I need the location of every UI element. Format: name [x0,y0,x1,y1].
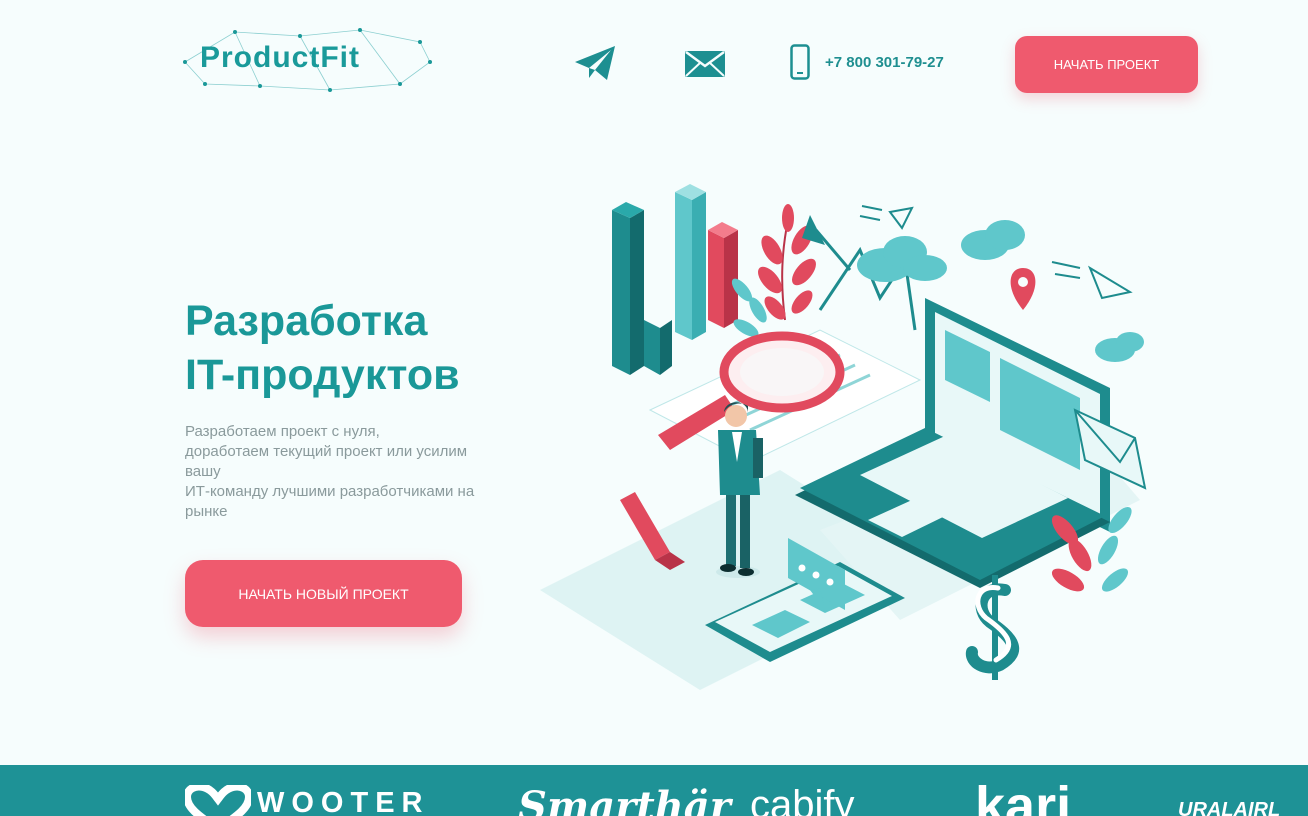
telegram-icon[interactable] [573,44,617,87]
logo-text: ProductFit [200,41,360,74]
mail-icon[interactable] [684,50,726,83]
header: ProductFit +7 800 301-79-27 НАЧАТЬ ПРОЕК… [0,0,1308,120]
start-new-project-button[interactable]: НАЧАТЬ НОВЫЙ ПРОЕКТ [185,560,462,627]
hero-description-line: доработаем текущий проект или усилим [185,443,468,460]
hero-title-line: IT-продуктов [185,351,460,399]
dollar-sign [965,575,1019,680]
client-logo-uralairlines: URALAIRL [1178,799,1281,816]
client-logo-wooter: WOOTER [182,782,423,816]
hero-title-line: Разработка [185,297,428,345]
phone-icon [790,44,810,85]
isometric-bar-chart [612,184,738,375]
client-logo-cabify: cabify [750,783,855,816]
location-pin [1010,268,1036,310]
start-project-button[interactable]: НАЧАТЬ ПРОЕКТ [1015,36,1198,93]
hero-description-line: рынке [185,503,228,520]
hero-illustration [540,184,1147,690]
logo[interactable]: ProductFit [180,26,435,94]
client-logo-smarthar: Smarthär [518,783,731,816]
hero-description: Разработаем проект с нуля, доработаем те… [185,422,510,522]
hero-title: Разработка IT-продуктов [185,294,460,402]
heart-icon [182,782,254,816]
clients-band: WOOTER Smarthär cabify kari URALAIRL [0,765,1308,816]
hero-description-line: Разработаем проект с нуля, [185,423,380,440]
hero-description-line: ИТ-команду лучшими разработчиками на [185,483,475,500]
client-name: WOOTER [257,787,430,816]
phone-number[interactable]: +7 800 301-79-27 [825,54,944,71]
client-logo-kari: kari [975,776,1072,816]
hero-description-line: вашу [185,463,221,480]
